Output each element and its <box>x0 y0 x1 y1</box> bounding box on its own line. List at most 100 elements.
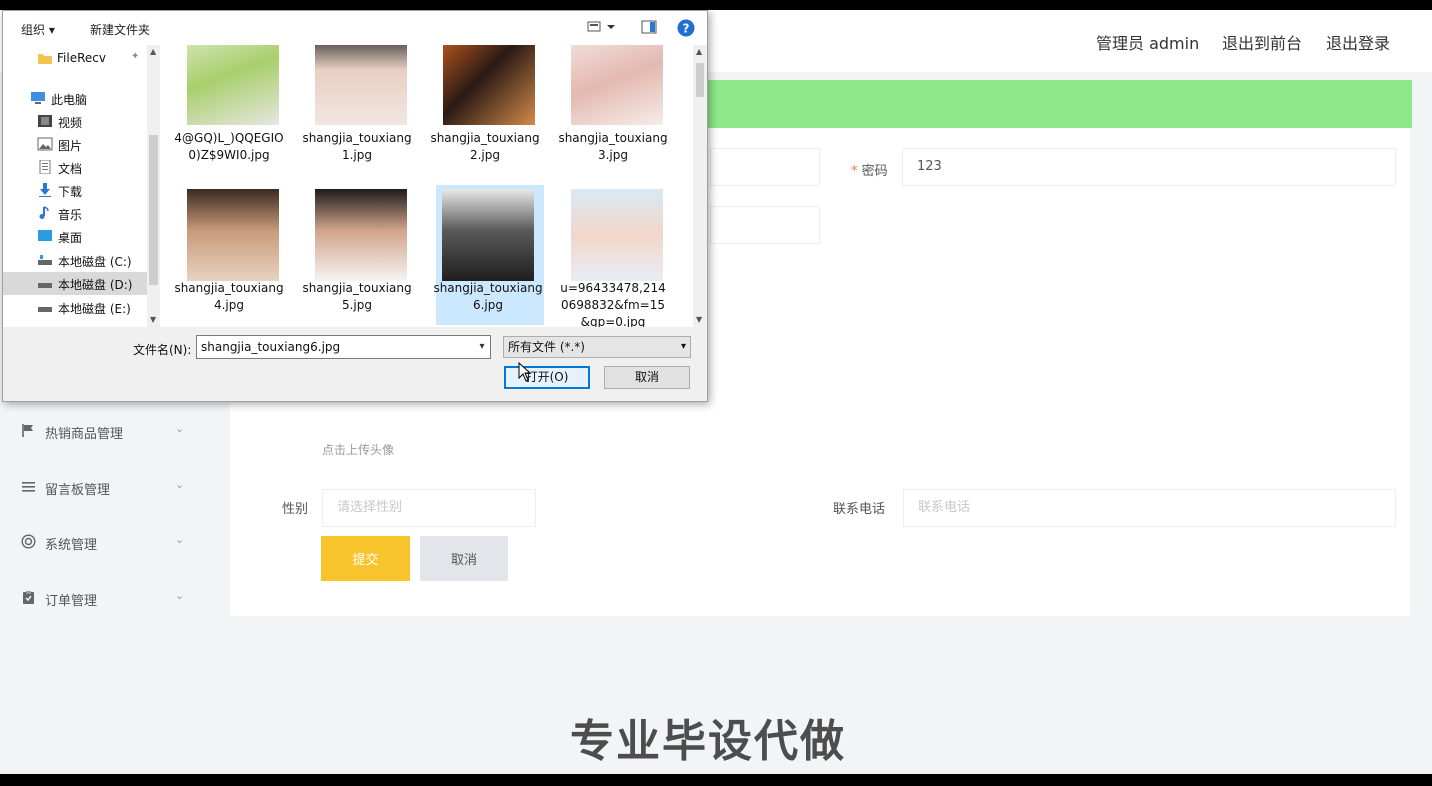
tree-item-label: 桌面 <box>58 231 83 245</box>
chevron-down-icon: ▾ <box>680 341 686 352</box>
file-thumbnail <box>315 189 407 281</box>
tree-item-desktop[interactable]: 桌面 <box>3 225 147 248</box>
tree-item-videos[interactable]: 视频 <box>3 110 147 133</box>
file-name: shangjia_touxiang5.jpg <box>302 281 412 312</box>
exit-to-front-link[interactable]: 退出到前台 <box>1222 30 1302 54</box>
tree-item-label: 本地磁盘 (D:) <box>58 278 133 292</box>
file-tile[interactable]: shangjia_touxiang5.jpg <box>301 183 412 323</box>
tree-scroll-thumb[interactable] <box>149 135 158 285</box>
view-options-icon[interactable] <box>587 20 617 37</box>
file-type-select[interactable]: 所有文件 (*.*) ▾ <box>503 336 691 358</box>
file-name: shangjia_touxiang6.jpg <box>433 281 543 312</box>
file-name: u=96433478,2140698832&fm=15&gp=0.jpg <box>560 281 666 327</box>
file-thumbnail <box>571 45 663 125</box>
sidebar-item-label: 热销商品管理 <box>45 427 124 442</box>
new-folder-button[interactable]: 新建文件夹 <box>90 21 150 38</box>
phone-input[interactable]: 联系电话 <box>903 489 1396 527</box>
file-open-dialog: 组织 ▾ 新建文件夹 ? FileRecv ✦ 此电脑 视频 图片 文档 下载 … <box>2 10 708 402</box>
organize-menu[interactable]: 组织 ▾ <box>21 21 55 38</box>
file-thumbnail <box>187 45 279 125</box>
file-grid: 4@GQ)L_)QQEGIO0)Z$9WI0.jpg shangjia_toux… <box>160 45 707 327</box>
navigation-tree: FileRecv ✦ 此电脑 视频 图片 文档 下载 音乐 桌面 本地磁盘 (C… <box>3 45 160 327</box>
sidebar-item-orders[interactable]: 订单管理 ⌄ <box>0 577 206 621</box>
file-thumbnail <box>187 189 279 281</box>
video-icon <box>38 115 52 127</box>
music-icon <box>39 206 49 219</box>
logout-link[interactable]: 退出登录 <box>1326 30 1390 54</box>
sidebar-item-label: 系统管理 <box>45 538 98 553</box>
password-field[interactable]: 123 <box>902 148 1396 186</box>
admin-user-label[interactable]: 管理员 admin <box>1096 30 1199 54</box>
tree-item-label: 下载 <box>58 185 83 199</box>
name-field[interactable] <box>710 206 820 244</box>
open-button[interactable]: 打开(O) <box>504 366 590 389</box>
tree-item-downloads[interactable]: 下载 <box>3 179 147 202</box>
tree-item-drive-e[interactable]: 本地磁盘 (E:) <box>3 296 147 319</box>
upload-avatar-hint[interactable]: 点击上传头像 <box>322 441 394 458</box>
file-tile[interactable]: u=96433478,2140698832&fm=15&gp=0.jpg <box>557 183 666 327</box>
chevron-down-icon: ⌄ <box>175 589 185 602</box>
tree-item-label: 本地磁盘 (C:) <box>58 255 132 269</box>
chevron-down-icon: ⌄ <box>175 478 185 491</box>
tree-item-music[interactable]: 音乐 <box>3 202 147 225</box>
file-tile[interactable]: 4@GQ)L_)QQEGIO0)Z$9WI0.jpg <box>173 45 284 173</box>
pin-icon: ✦ <box>131 51 140 62</box>
file-tile-selected[interactable]: shangjia_touxiang6.jpg <box>433 185 544 325</box>
help-icon[interactable]: ? <box>677 19 695 40</box>
green-banner <box>700 80 1412 128</box>
tree-item-label: 音乐 <box>58 208 83 222</box>
sidebar-item-label: 留言板管理 <box>45 483 111 498</box>
cancel-button[interactable]: 取消 <box>420 536 508 581</box>
clipboard-icon <box>21 590 36 605</box>
gender-select[interactable]: 请选择性别 <box>322 489 536 527</box>
tree-item-pictures[interactable]: 图片 <box>3 133 147 156</box>
computer-icon <box>31 92 45 104</box>
filename-label: 文件名(N): <box>133 343 192 357</box>
filename-input[interactable]: shangjia_touxiang6.jpg <box>196 335 491 359</box>
tree-item-label: 视频 <box>58 116 83 130</box>
tree-scrollbar[interactable]: ▲ ▼ <box>147 45 160 327</box>
scroll-up-icon[interactable]: ▲ <box>696 47 702 56</box>
file-tile[interactable]: shangjia_touxiang3.jpg <box>557 45 668 173</box>
tree-item-label: 文档 <box>58 162 83 176</box>
file-name: 4@GQ)L_)QQEGIO0)Z$9WI0.jpg <box>174 131 284 162</box>
username-field[interactable] <box>710 148 820 186</box>
sidebar-item-hot-products[interactable]: 热销商品管理 ⌄ <box>0 410 206 454</box>
mouse-cursor-icon <box>518 362 532 382</box>
file-name: shangjia_touxiang1.jpg <box>302 131 412 162</box>
tree-item-label: 此电脑 <box>51 93 88 107</box>
tree-item-filerecv[interactable]: FileRecv ✦ <box>3 47 147 70</box>
gender-label: 性别 <box>282 502 309 517</box>
desktop-icon <box>38 230 52 241</box>
file-name: shangjia_touxiang4.jpg <box>174 281 284 312</box>
scroll-up-icon[interactable]: ▲ <box>150 47 156 56</box>
file-tile[interactable]: shangjia_touxiang2.jpg <box>429 45 540 173</box>
screen-frame: 管理员 admin 退出到前台 退出登录 热销商品管理 ⌄ 留言板管理 ⌄ 系统… <box>0 10 1432 774</box>
password-label-text: 密码 <box>861 164 888 179</box>
drive-icon <box>38 283 52 288</box>
chevron-down-icon[interactable]: ▾ <box>473 335 491 359</box>
file-type-value: 所有文件 (*.*) <box>508 340 585 354</box>
dialog-cancel-button[interactable]: 取消 <box>604 366 690 389</box>
tree-item-this-pc[interactable]: 此电脑 <box>3 87 147 110</box>
tree-item-drive-d[interactable]: 本地磁盘 (D:) <box>3 272 147 295</box>
sidebar-item-message-board[interactable]: 留言板管理 ⌄ <box>0 466 206 510</box>
file-name: shangjia_touxiang2.jpg <box>430 131 540 162</box>
sidebar-item-system[interactable]: 系统管理 ⌄ <box>0 521 206 565</box>
files-scroll-thumb[interactable] <box>696 63 704 97</box>
scroll-down-icon[interactable]: ▼ <box>696 315 702 324</box>
tree-item-label: 本地磁盘 (E:) <box>58 302 131 316</box>
file-tile[interactable]: shangjia_touxiang1.jpg <box>301 45 412 173</box>
file-tile[interactable]: shangjia_touxiang4.jpg <box>173 183 284 323</box>
sidebar-item-label: 订单管理 <box>45 594 98 609</box>
scroll-down-icon[interactable]: ▼ <box>150 315 156 324</box>
files-scrollbar[interactable]: ▲ ▼ <box>693 45 707 327</box>
tree-item-documents[interactable]: 文档 <box>3 156 147 179</box>
submit-button[interactable]: 提交 <box>321 536 410 581</box>
tree-item-drive-c[interactable]: 本地磁盘 (C:) <box>3 249 147 272</box>
dialog-bottom-bar: 文件名(N): shangjia_touxiang6.jpg ▾ 所有文件 (*… <box>3 327 707 401</box>
picture-icon <box>37 137 53 151</box>
settings-circle-icon <box>21 534 36 549</box>
preview-pane-icon[interactable] <box>641 20 657 37</box>
dialog-toolbar: 组织 ▾ 新建文件夹 ? <box>3 11 707 45</box>
